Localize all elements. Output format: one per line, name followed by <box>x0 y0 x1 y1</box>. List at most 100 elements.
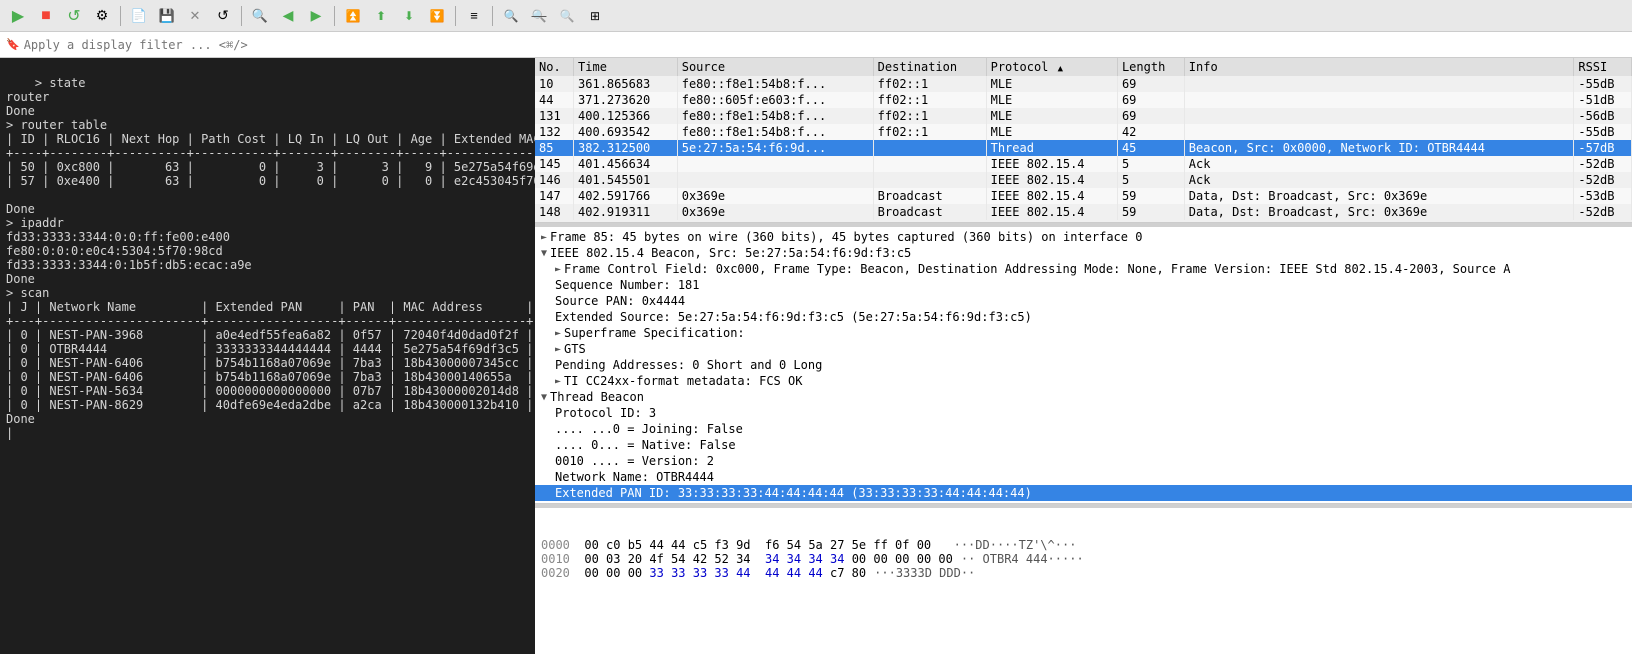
detail-line[interactable]: ► Superframe Specification: <box>535 325 1632 341</box>
hex-bytes-end: c7 80 <box>823 566 866 580</box>
go-first-button[interactable]: ⏫ <box>341 4 365 28</box>
table-cell: -56dB <box>1574 108 1632 124</box>
col-protocol[interactable]: Protocol ▲ <box>986 58 1117 76</box>
colorize-button[interactable]: ≡ <box>462 4 486 28</box>
table-row[interactable]: 44371.273620fe80::605f:e603:f...ff02::1M… <box>535 92 1632 108</box>
table-cell: 400.125366 <box>574 108 678 124</box>
detail-line[interactable]: Network Name: OTBR4444 <box>535 469 1632 485</box>
filter-input[interactable] <box>24 38 1626 52</box>
go-prev-button[interactable]: ⬆ <box>369 4 393 28</box>
close-file-button[interactable]: ✕ <box>183 4 207 28</box>
detail-line[interactable]: .... ...0 = Joining: False <box>535 421 1632 437</box>
detail-line[interactable]: ► Frame 85: 45 bytes on wire (360 bits),… <box>535 229 1632 245</box>
hex-offset: 0010 <box>541 552 584 566</box>
col-dest[interactable]: Destination <box>873 58 986 76</box>
stop-capture-button[interactable]: ■ <box>34 4 58 28</box>
table-cell: 148 <box>535 204 574 220</box>
go-back-button[interactable]: ◀ <box>276 4 300 28</box>
col-length[interactable]: Length <box>1117 58 1184 76</box>
table-row[interactable]: 145401.456634IEEE 802.15.45Ack-52dB <box>535 156 1632 172</box>
table-cell: 10 <box>535 76 574 92</box>
table-row[interactable]: 146401.545501IEEE 802.15.45Ack-52dB <box>535 172 1632 188</box>
table-cell: Broadcast <box>873 204 986 220</box>
detail-line[interactable]: Source PAN: 0x4444 <box>535 293 1632 309</box>
open-file-button[interactable]: 📄 <box>127 4 151 28</box>
table-row[interactable]: 148402.9193110x369eBroadcastIEEE 802.15.… <box>535 204 1632 220</box>
go-last-button[interactable]: ⏬ <box>425 4 449 28</box>
col-rssi[interactable]: RSSI <box>1574 58 1632 76</box>
detail-line[interactable]: .... 0... = Native: False <box>535 437 1632 453</box>
expand-arrow-down[interactable]: ▼ <box>541 248 547 259</box>
hex-p2: 34 34 34 34 <box>765 552 844 566</box>
table-cell: 145 <box>535 156 574 172</box>
filter-bookmark-icon: 🔖 <box>6 38 20 51</box>
detail-line[interactable]: ► Frame Control Field: 0xc000, Frame Typ… <box>535 261 1632 277</box>
table-cell: 69 <box>1117 92 1184 108</box>
table-cell: IEEE 802.15.4 <box>986 204 1117 220</box>
detail-line[interactable]: ► TI CC24xx-format metadata: FCS OK <box>535 373 1632 389</box>
table-cell: -51dB <box>1574 92 1632 108</box>
table-cell: 59 <box>1117 188 1184 204</box>
col-time[interactable]: Time <box>574 58 678 76</box>
table-cell: Broadcast <box>873 188 986 204</box>
expand-arrow-right[interactable]: ► <box>555 344 561 355</box>
table-cell: ff02::1 <box>873 92 986 108</box>
table-cell: 401.456634 <box>574 156 678 172</box>
table-cell: IEEE 802.15.4 <box>986 172 1117 188</box>
detail-line[interactable]: ► GTS <box>535 341 1632 357</box>
detail-line[interactable]: Sequence Number: 181 <box>535 277 1632 293</box>
table-cell: 402.591766 <box>574 188 678 204</box>
table-cell: fe80::f8e1:54b8:f... <box>677 108 873 124</box>
expand-arrow-right[interactable]: ► <box>555 328 561 339</box>
table-row[interactable]: 85382.3125005e:27:5a:54:f6:9d...Thread45… <box>535 140 1632 156</box>
table-row[interactable]: 10361.865683fe80::f8e1:54b8:f...ff02::1M… <box>535 76 1632 92</box>
detail-line[interactable]: Pending Addresses: 0 Short and 0 Long <box>535 357 1632 373</box>
zoom-out-button[interactable]: 🔍 <box>555 4 579 28</box>
find-packet-button[interactable]: 🔍 <box>248 4 272 28</box>
zoom-in-button[interactable]: 🔍 <box>499 4 523 28</box>
expand-arrow-right[interactable]: ► <box>555 264 561 275</box>
expand-arrow-down[interactable]: ▼ <box>541 392 547 403</box>
terminal-pane[interactable]: > state router Done > router table | ID … <box>0 58 535 654</box>
hex-dump[interactable]: 0000 00 c0 b5 44 44 c5 f3 9d f6 54 5a 27… <box>535 508 1632 654</box>
capture-options-button[interactable]: ⚙ <box>90 4 114 28</box>
table-cell: Ack <box>1184 172 1574 188</box>
table-cell: Data, Dst: Broadcast, Src: 0x369e <box>1184 204 1574 220</box>
zoom-normal-button[interactable]: 🔍 <box>527 4 551 28</box>
detail-text: Protocol ID: 3 <box>555 406 656 420</box>
hex-bytes: 00 c0 b5 44 44 c5 f3 9d f6 54 5a 27 5e f… <box>584 538 945 552</box>
expand-arrow-right[interactable]: ► <box>555 376 561 387</box>
detail-line[interactable]: ▼ IEEE 802.15.4 Beacon, Src: 5e:27:5a:54… <box>535 245 1632 261</box>
packet-list[interactable]: No. Time Source Destination Protocol ▲ L… <box>535 58 1632 223</box>
detail-text: GTS <box>564 342 586 356</box>
col-no[interactable]: No. <box>535 58 574 76</box>
table-cell: 5 <box>1117 156 1184 172</box>
table-row[interactable]: 131400.125366fe80::f8e1:54b8:f...ff02::1… <box>535 108 1632 124</box>
table-cell: -52dB <box>1574 156 1632 172</box>
detail-line[interactable]: ▼ Thread Beacon <box>535 389 1632 405</box>
table-cell: 132 <box>535 124 574 140</box>
table-cell: 85 <box>535 140 574 156</box>
resize-columns-button[interactable]: ⊞ <box>583 4 607 28</box>
table-cell: fe80::f8e1:54b8:f... <box>677 124 873 140</box>
detail-line[interactable]: Protocol ID: 3 <box>535 405 1632 421</box>
table-cell: 45 <box>1117 140 1184 156</box>
go-next-button[interactable]: ⬇ <box>397 4 421 28</box>
save-file-button[interactable]: 💾 <box>155 4 179 28</box>
col-info[interactable]: Info <box>1184 58 1574 76</box>
table-row[interactable]: 132400.693542fe80::f8e1:54b8:f...ff02::1… <box>535 124 1632 140</box>
packet-details[interactable]: ► Frame 85: 45 bytes on wire (360 bits),… <box>535 227 1632 504</box>
table-row[interactable]: 147402.5917660x369eBroadcastIEEE 802.15.… <box>535 188 1632 204</box>
col-source[interactable]: Source <box>677 58 873 76</box>
go-forward-button[interactable]: ▶ <box>304 4 328 28</box>
table-cell: 44 <box>535 92 574 108</box>
expand-arrow-right[interactable]: ► <box>541 232 547 243</box>
detail-line[interactable]: Extended PAN ID: 33:33:33:33:44:44:44:44… <box>535 485 1632 501</box>
start-capture-button[interactable]: ▶ <box>6 4 30 28</box>
detail-line[interactable]: Extended Source: 5e:27:5a:54:f6:9d:f3:c5… <box>535 309 1632 325</box>
main-area: > state router Done > router table | ID … <box>0 58 1632 654</box>
reload-file-button[interactable]: ↺ <box>211 4 235 28</box>
restart-capture-button[interactable]: ↺ <box>62 4 86 28</box>
detail-text: Thread Beacon <box>550 390 644 404</box>
detail-line[interactable]: 0010 .... = Version: 2 <box>535 453 1632 469</box>
